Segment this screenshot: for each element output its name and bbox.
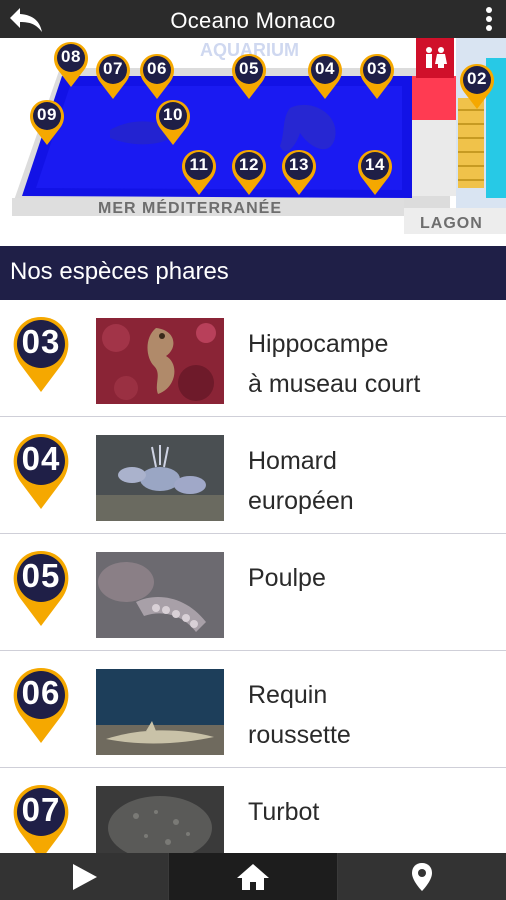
- nav-home-button[interactable]: [169, 853, 337, 900]
- map-pin[interactable]: 05: [230, 52, 268, 100]
- section-header: Nos espèces phares: [0, 246, 506, 300]
- restroom-icon: [420, 44, 450, 72]
- turbot-thumbnail: [96, 786, 224, 853]
- species-name: Homard européen: [248, 447, 354, 515]
- species-row[interactable]: 04 Homard européen: [0, 417, 506, 536]
- lobster-thumbnail: [96, 435, 224, 521]
- map-pin[interactable]: 11: [180, 148, 218, 196]
- species-row[interactable]: 05 Poulpe: [0, 534, 506, 653]
- number-badge: 03: [10, 314, 72, 394]
- nav-location-button[interactable]: [338, 853, 506, 900]
- species-row[interactable]: 03 Hippocampe à museau court: [0, 300, 506, 419]
- species-list[interactable]: 03 Hippocampe à museau court 04 Homard e…: [0, 300, 506, 853]
- home-icon: [237, 863, 269, 890]
- species-name: Turbot: [248, 798, 320, 826]
- map-label-sea: MER MÉDITERRANÉE: [98, 200, 283, 217]
- map-pin[interactable]: 06: [138, 52, 176, 100]
- species-name: Hippocampe à museau court: [248, 330, 421, 398]
- location-pin-icon: [412, 862, 432, 891]
- map-pin[interactable]: 13: [280, 148, 318, 196]
- number-badge: 05: [10, 548, 72, 628]
- map-pin[interactable]: 10: [154, 98, 192, 146]
- number-badge: 07: [10, 782, 72, 853]
- species-name: Poulpe: [248, 564, 326, 592]
- species-row[interactable]: 07 Turbot: [0, 768, 506, 853]
- app-title: Oceano Monaco: [170, 8, 336, 33]
- catshark-thumbnail: [96, 669, 224, 755]
- seahorse-thumbnail: [96, 318, 224, 404]
- octopus-thumbnail: [96, 552, 224, 638]
- nav-play-button[interactable]: [0, 853, 168, 900]
- species-name: Requin roussette: [248, 681, 351, 749]
- app-bar: Oceano Monaco: [0, 0, 506, 38]
- number-badge: 04: [10, 431, 72, 511]
- map-pin[interactable]: 09: [28, 98, 66, 146]
- map-pin[interactable]: 12: [230, 148, 268, 196]
- bottom-navigation: [0, 853, 506, 900]
- map-pin[interactable]: 03: [358, 52, 396, 100]
- map-label-lagoon: LAGON: [420, 215, 483, 232]
- section-title: Nos espèces phares: [10, 258, 229, 285]
- map-pin[interactable]: 02: [458, 62, 496, 110]
- play-icon: [73, 863, 97, 890]
- map-pin[interactable]: 14: [356, 148, 394, 196]
- map-pin[interactable]: 07: [94, 52, 132, 100]
- species-row[interactable]: 06 Requin roussette: [0, 651, 506, 770]
- overflow-menu-icon[interactable]: [482, 5, 496, 33]
- map-pin[interactable]: 04: [306, 52, 344, 100]
- aquarium-map[interactable]: AQUARIUM MER MÉDITERRANÉE LAGON 08 07 06 05…: [0, 38, 506, 246]
- map-pin[interactable]: 08: [52, 40, 90, 88]
- number-badge: 06: [10, 665, 72, 745]
